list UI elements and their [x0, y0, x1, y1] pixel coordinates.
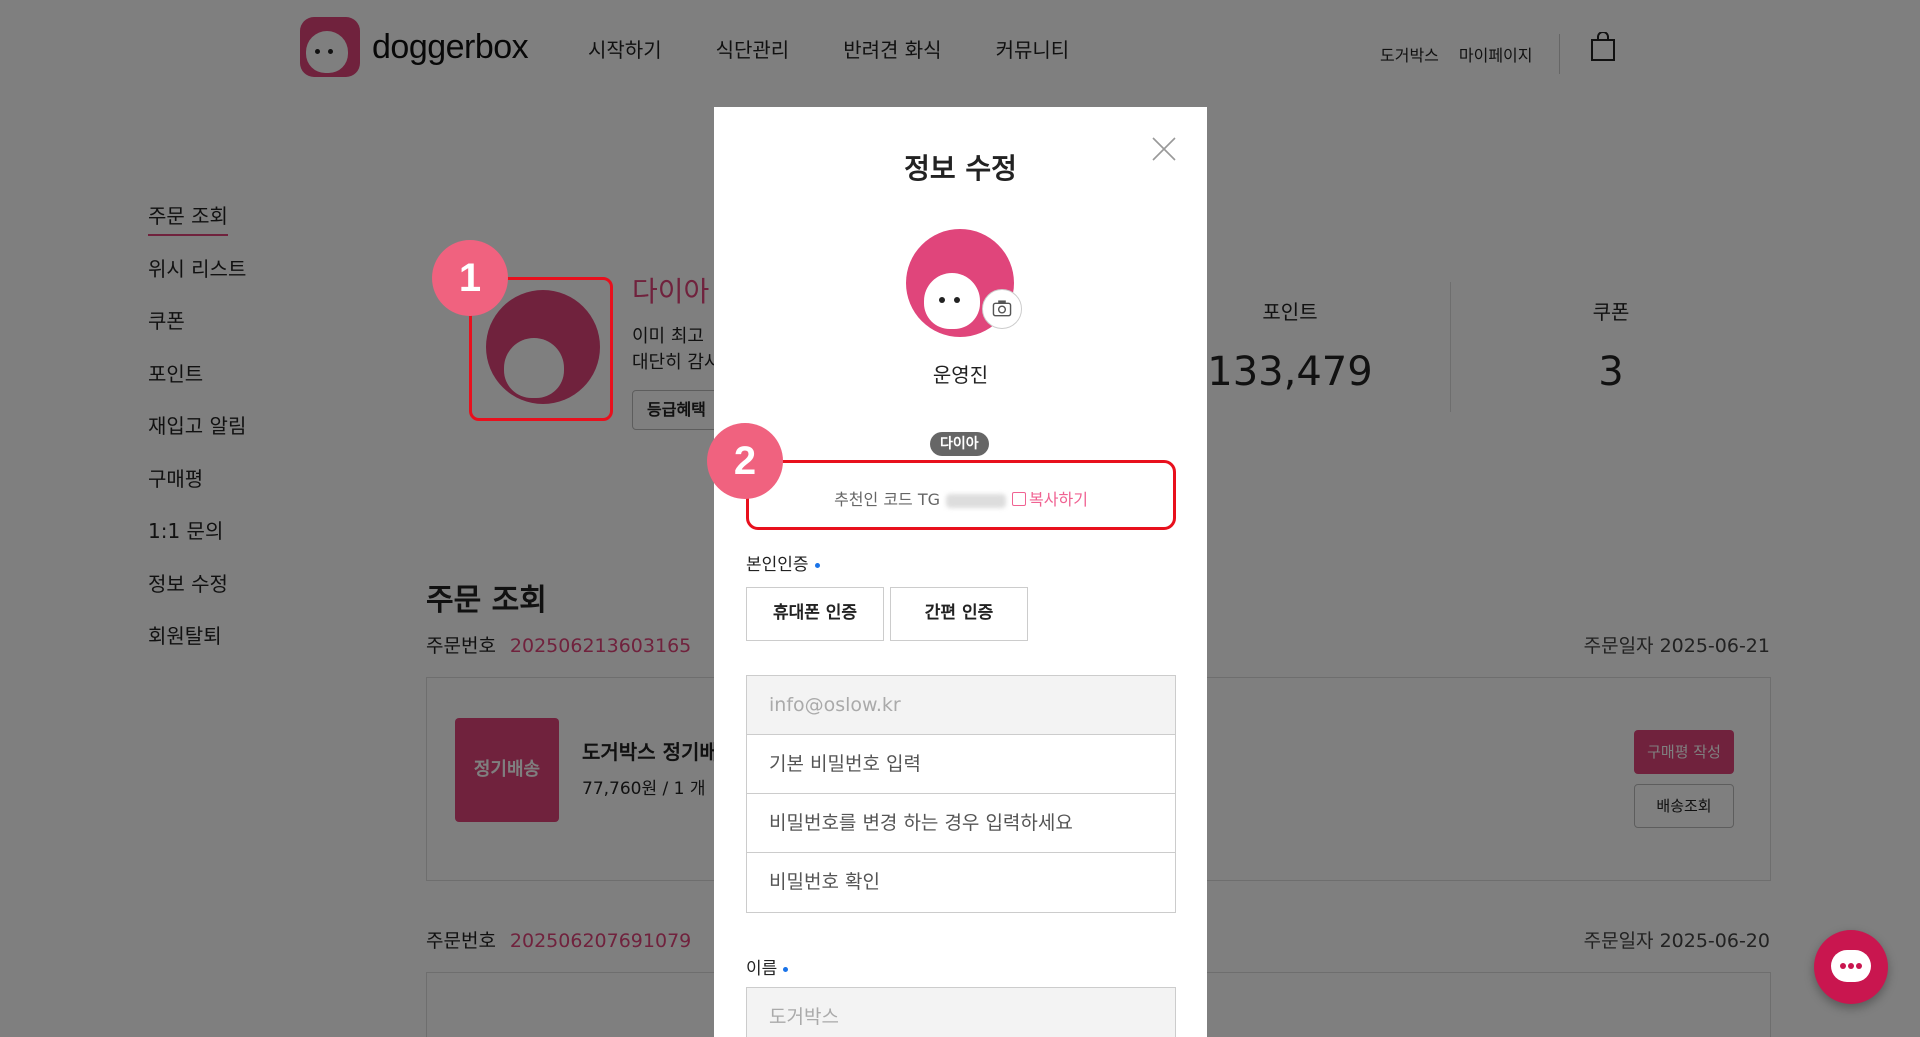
step-marker-1: 1: [432, 240, 508, 316]
new-password-input[interactable]: 비밀번호를 변경 하는 경우 입력하세요: [747, 794, 1175, 853]
copy-button[interactable]: 복사하기: [1012, 490, 1088, 509]
simple-auth-button[interactable]: 간편 인증: [890, 587, 1028, 641]
name-label: 이름: [746, 954, 789, 979]
auth-label: 본인인증: [746, 550, 820, 575]
required-dot: [783, 966, 789, 972]
referral-code-box: 추천인 코드 TG 복사하기: [746, 460, 1176, 530]
camera-icon[interactable]: [982, 289, 1022, 329]
referral-code-blurred: [946, 493, 1007, 508]
grade-badge: 다이아: [930, 432, 989, 456]
account-fields: info@oslow.kr 기본 비밀번호 입력 비밀번호를 변경 하는 경우 …: [746, 675, 1176, 913]
copy-icon: [1012, 492, 1027, 506]
username: 운영진: [932, 363, 989, 387]
required-dot: [814, 562, 820, 568]
edit-info-modal: 정보 수정 운영진 다이아 추천인 코드 TG 복사하기 본인인증 휴대폰 인증 …: [714, 107, 1207, 1037]
chat-bubble-icon: [1831, 950, 1871, 982]
referral-code-label: 추천인 코드 TG: [834, 490, 941, 509]
step-marker-2: 2: [707, 423, 783, 499]
phone-auth-button[interactable]: 휴대폰 인증: [746, 587, 884, 641]
chat-button[interactable]: [1814, 930, 1888, 1004]
current-password-input[interactable]: 기본 비밀번호 입력: [747, 735, 1175, 794]
name-field: 도거박스: [746, 987, 1176, 1037]
confirm-password-input[interactable]: 비밀번호 확인: [747, 853, 1175, 912]
email-field: info@oslow.kr: [747, 676, 1175, 735]
close-icon[interactable]: [1150, 135, 1178, 163]
modal-title: 정보 수정: [904, 152, 1017, 185]
